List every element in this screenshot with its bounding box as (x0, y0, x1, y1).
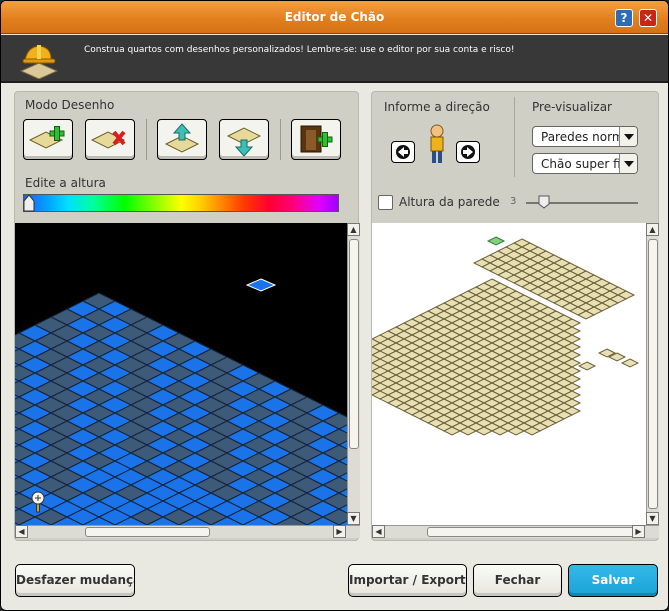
lower-height-icon (226, 127, 262, 157)
preview-tile (620, 358, 640, 368)
avatar-figure-icon (430, 124, 444, 163)
scroll-left-icon[interactable]: ◀ (15, 525, 28, 538)
toolbar-separator (280, 119, 281, 160)
scroll-up-icon[interactable]: ▲ (646, 223, 659, 236)
builder-helmet-icon (19, 45, 59, 79)
scroll-right-icon[interactable]: ▶ (333, 525, 346, 538)
preview-tile-grid (372, 236, 640, 436)
preview-tile (577, 361, 597, 371)
preview-label: Pre-visualizar (532, 100, 612, 114)
vertical-scroll-thumb[interactable] (349, 239, 359, 449)
preview-door-tile (486, 236, 506, 246)
editor-vertical-scrollbar[interactable]: ▲ ▼ (347, 223, 360, 525)
walls-select[interactable]: Paredes normais (532, 126, 638, 147)
remove-tile-button[interactable] (85, 119, 135, 160)
height-slider-handle-icon[interactable] (23, 194, 35, 212)
close-editor-button[interactable]: Fechar (473, 564, 562, 597)
set-door-button[interactable] (291, 119, 341, 160)
remove-tile-icon (90, 130, 126, 149)
undo-changes-button[interactable]: Desfazer mudanças (15, 564, 135, 597)
rotate-left-button[interactable] (391, 141, 415, 163)
zoom-icon[interactable] (31, 491, 45, 513)
scroll-down-icon[interactable]: ▼ (347, 512, 360, 525)
arrow-left-icon (396, 145, 410, 159)
help-button[interactable]: ? (615, 9, 633, 27)
add-tile-icon (28, 126, 65, 149)
floor-tile-grid[interactable] (15, 223, 347, 525)
rotate-right-button[interactable] (456, 141, 480, 163)
import-export-button[interactable]: Importar / Exportar (348, 564, 467, 597)
panel-divider (514, 97, 515, 177)
direction-label: Informe a direção (384, 100, 490, 114)
wall-height-label: Altura da parede (399, 195, 500, 209)
height-label: Edite a altura (25, 176, 106, 190)
wall-height-value: 3 (510, 196, 517, 207)
set-door-icon (300, 125, 333, 153)
door-tile (245, 278, 277, 292)
scroll-up-icon[interactable]: ▲ (347, 223, 360, 236)
window-title: Editor de Chão (284, 10, 385, 24)
scroll-down-icon[interactable]: ▼ (646, 512, 659, 525)
raise-height-button[interactable] (157, 119, 207, 160)
floor-editor-canvas[interactable] (15, 223, 347, 525)
lower-height-button[interactable] (219, 119, 269, 160)
vertical-scroll-thumb[interactable] (648, 239, 658, 509)
scroll-left-icon[interactable]: ◀ (372, 525, 385, 538)
room-preview (372, 223, 646, 525)
editor-horizontal-scrollbar[interactable]: ◀ ▶ (15, 525, 360, 538)
save-button[interactable]: Salvar (568, 564, 658, 597)
draw-mode-label: Modo Desenho (25, 98, 115, 112)
scroll-right-icon[interactable]: ▶ (632, 525, 645, 538)
title-bar[interactable]: Editor de Chão ? ✕ (1, 1, 668, 34)
arrow-right-icon (461, 145, 475, 159)
preview-horizontal-scrollbar[interactable]: ◀ ▶ (372, 525, 659, 538)
slider-thumb-icon[interactable] (538, 195, 550, 209)
height-color-bar[interactable] (23, 194, 339, 212)
chevron-down-icon[interactable] (619, 154, 637, 173)
wall-height-checkbox[interactable] (378, 195, 393, 210)
horizontal-scroll-thumb[interactable] (427, 527, 637, 537)
banner-message: Construa quartos com desenhos personaliz… (84, 45, 515, 55)
horizontal-scroll-thumb[interactable] (85, 527, 210, 537)
raise-height-icon (164, 123, 200, 153)
close-button[interactable]: ✕ (639, 9, 657, 27)
chevron-down-icon[interactable] (619, 127, 637, 146)
preview-vertical-scrollbar[interactable]: ▲ ▼ (646, 223, 659, 525)
floor-editor-window: Editor de Chão ? ✕ Construa quartos com … (0, 0, 669, 611)
floor-select[interactable]: Chão super fino (532, 153, 638, 174)
add-tile-button[interactable] (23, 119, 73, 160)
info-banner: Construa quartos com desenhos personaliz… (1, 35, 668, 83)
toolbar-separator (146, 119, 147, 160)
